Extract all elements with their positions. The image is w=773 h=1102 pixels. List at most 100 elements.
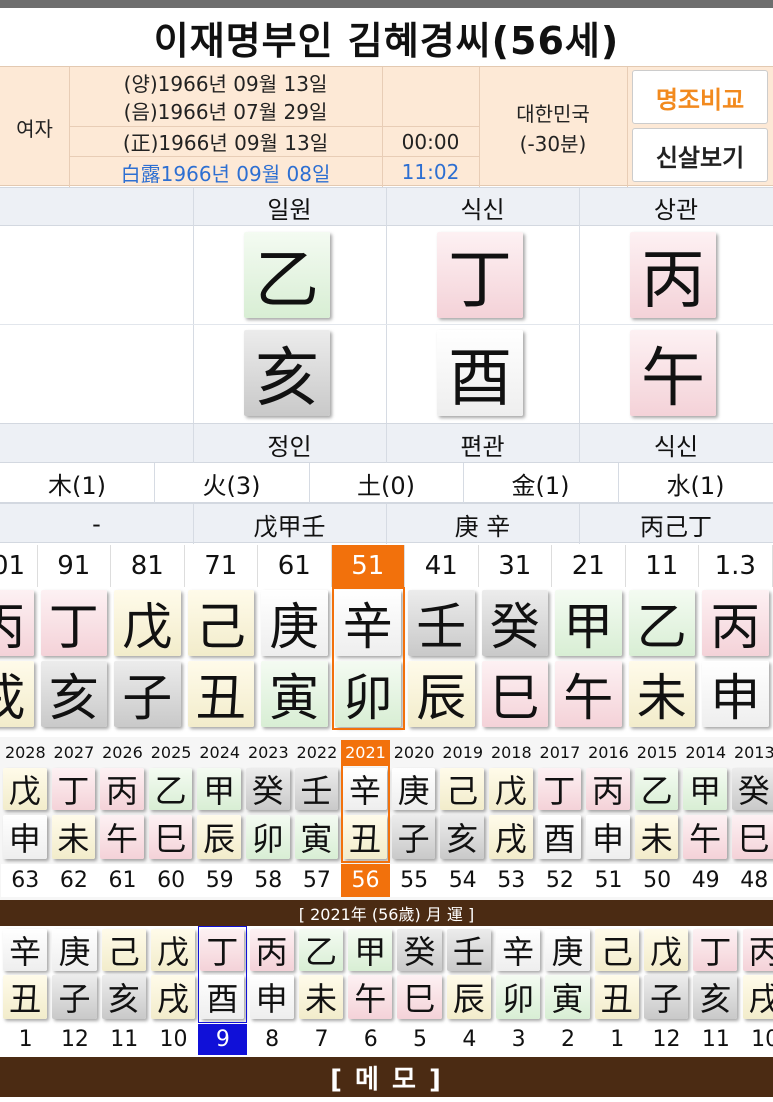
year-branch-tile[interactable]: 亥 <box>440 815 484 859</box>
year-branch-tile[interactable]: 巳 <box>732 815 773 859</box>
year-branch-tile[interactable]: 未 <box>634 815 679 859</box>
year-stem-tile[interactable]: 癸 <box>246 768 290 810</box>
month-branch-tile[interactable]: 戌 <box>150 975 196 1019</box>
year-label[interactable]: 2017 <box>536 740 585 764</box>
month-branch-tile[interactable]: 子 <box>52 975 97 1019</box>
year-label[interactable]: 2014 <box>681 740 730 764</box>
daewoon-branch-tile[interactable]: 巳 <box>481 661 548 727</box>
year-branch-tile[interactable]: 戌 <box>489 815 533 859</box>
daewoon-stem-tile[interactable]: 乙 <box>628 590 695 656</box>
month-branch-tile[interactable]: 酉 <box>437 330 523 416</box>
month-branch-tile[interactable]: 亥 <box>101 975 146 1019</box>
year-stem-tile[interactable]: 癸 <box>732 768 773 810</box>
year-branch-tile[interactable]: 午 <box>683 815 727 859</box>
month-branch-tile[interactable]: 丑 <box>3 975 48 1019</box>
daewoon-branch-tile[interactable]: 子 <box>114 661 181 727</box>
year-label[interactable]: 2022 <box>293 740 342 764</box>
sinsal-button[interactable]: 신살보기 <box>632 128 768 182</box>
year-branch-tile[interactable]: 申 <box>586 815 630 859</box>
compare-button[interactable]: 명조비교 <box>632 70 768 124</box>
daewoon-stem-tile[interactable]: 庚 <box>261 590 328 656</box>
month-branch-tile[interactable]: 戌 <box>742 975 773 1019</box>
year-label[interactable]: 2020 <box>390 740 439 764</box>
year-branch-tile[interactable]: 午 <box>100 815 144 859</box>
month-number[interactable]: 11 <box>691 1024 740 1055</box>
year-branch-tile[interactable]: 卯 <box>246 815 290 859</box>
year-stem-tile[interactable]: 丁 <box>537 768 582 810</box>
year-branch-tile[interactable]: 辰 <box>197 815 241 859</box>
month-number[interactable]: 1 <box>593 1024 642 1055</box>
year-branch-tile[interactable]: 子 <box>391 815 436 859</box>
month-number[interactable]: 2 <box>543 1024 592 1055</box>
year-label[interactable]: 2027 <box>50 740 99 764</box>
month-branch-tile[interactable]: 子 <box>643 975 689 1019</box>
daewoon-branch-tile[interactable]: 午 <box>555 661 622 727</box>
year-label[interactable]: 2023 <box>244 740 293 764</box>
month-branch-tile[interactable]: 亥 <box>693 975 738 1019</box>
month-branch-tile[interactable]: 辰 <box>446 975 491 1019</box>
memo-bar[interactable]: [ 메 모 ] <box>0 1057 773 1097</box>
year-stem-tile[interactable]: 甲 <box>683 768 727 810</box>
year-stem-tile[interactable]: 壬 <box>294 768 339 810</box>
year-branch-tile[interactable]: 申 <box>3 815 47 859</box>
year-stem-tile[interactable]: 戊 <box>3 768 47 810</box>
year-stem-tile[interactable]: 乙 <box>148 768 193 810</box>
month-number[interactable]: 6 <box>346 1024 395 1055</box>
month-number[interactable]: 8 <box>248 1024 297 1055</box>
month-stem-tile[interactable]: 壬 <box>446 929 491 971</box>
year-label[interactable]: 2028 <box>1 740 50 764</box>
month-number[interactable]: 7 <box>297 1024 346 1055</box>
daewoon-stem-tile[interactable]: 癸 <box>481 590 548 656</box>
daewoon-stem-tile[interactable]: 己 <box>187 590 254 656</box>
daewoon-stem-tile[interactable]: 甲 <box>555 590 622 656</box>
month-number[interactable]: 10 <box>741 1024 773 1055</box>
year-stem-tile[interactable]: 庚 <box>391 768 436 810</box>
daewoon-branch-tile[interactable]: 辰 <box>408 661 475 727</box>
month-branch-tile[interactable]: 申 <box>249 975 294 1019</box>
year-branch-tile[interactable]: 未 <box>51 815 96 859</box>
month-number[interactable]: 5 <box>395 1024 444 1055</box>
month-branch-tile[interactable]: 卯 <box>496 975 541 1019</box>
month-stem-tile[interactable]: 乙 <box>298 929 344 971</box>
daewoon-stem-tile[interactable]: 丙 <box>702 590 769 656</box>
year-stem-tile[interactable]: 甲 <box>197 768 241 810</box>
year-branch-tile[interactable]: 午 <box>630 330 716 416</box>
year-branch-tile[interactable]: 寅 <box>294 815 339 859</box>
month-stem-tile[interactable]: 庚 <box>52 929 97 971</box>
month-number[interactable]: 9 <box>198 1024 248 1055</box>
day-branch-tile[interactable]: 亥 <box>244 330 330 416</box>
month-number[interactable]: 1 <box>1 1024 50 1055</box>
year-label[interactable]: 2015 <box>633 740 682 764</box>
month-number[interactable]: 10 <box>149 1024 198 1055</box>
month-stem-tile[interactable]: 己 <box>101 929 146 971</box>
year-label[interactable]: 2019 <box>438 740 487 764</box>
year-label[interactable]: 2021 <box>341 740 390 764</box>
month-stem-tile[interactable]: 戊 <box>150 929 196 971</box>
month-number[interactable]: 12 <box>50 1024 99 1055</box>
daewoon-stem-tile[interactable]: 丙 <box>0 590 34 656</box>
daewoon-branch-tile[interactable]: 亥 <box>40 661 107 727</box>
month-stem-tile[interactable]: 辛 <box>496 929 541 971</box>
daewoon-branch-tile[interactable]: 申 <box>702 661 769 727</box>
year-stem-tile[interactable]: 丙 <box>100 768 144 810</box>
year-stem-tile[interactable]: 丙 <box>630 232 716 318</box>
month-stem-tile[interactable]: 丁 <box>437 232 523 318</box>
month-number[interactable]: 3 <box>494 1024 543 1055</box>
daewoon-stem-tile[interactable]: 丁 <box>40 590 107 656</box>
year-stem-tile[interactable]: 丁 <box>51 768 96 810</box>
month-branch-tile[interactable]: 寅 <box>545 975 590 1019</box>
month-stem-tile[interactable]: 己 <box>594 929 639 971</box>
year-branch-tile[interactable]: 巳 <box>148 815 193 859</box>
daewoon-stem-tile[interactable]: 戊 <box>114 590 181 656</box>
year-label[interactable]: 2026 <box>98 740 147 764</box>
year-label[interactable]: 2024 <box>195 740 244 764</box>
month-stem-tile[interactable]: 丁 <box>693 929 738 971</box>
daewoon-stem-tile[interactable]: 壬 <box>408 590 475 656</box>
month-stem-tile[interactable]: 戊 <box>643 929 689 971</box>
month-stem-tile[interactable]: 癸 <box>397 929 442 971</box>
year-label[interactable]: 2013 <box>730 740 773 764</box>
year-stem-tile[interactable]: 己 <box>440 768 484 810</box>
year-stem-tile[interactable]: 丙 <box>586 768 630 810</box>
month-branch-tile[interactable]: 丑 <box>594 975 639 1019</box>
month-stem-tile[interactable]: 辛 <box>3 929 48 971</box>
